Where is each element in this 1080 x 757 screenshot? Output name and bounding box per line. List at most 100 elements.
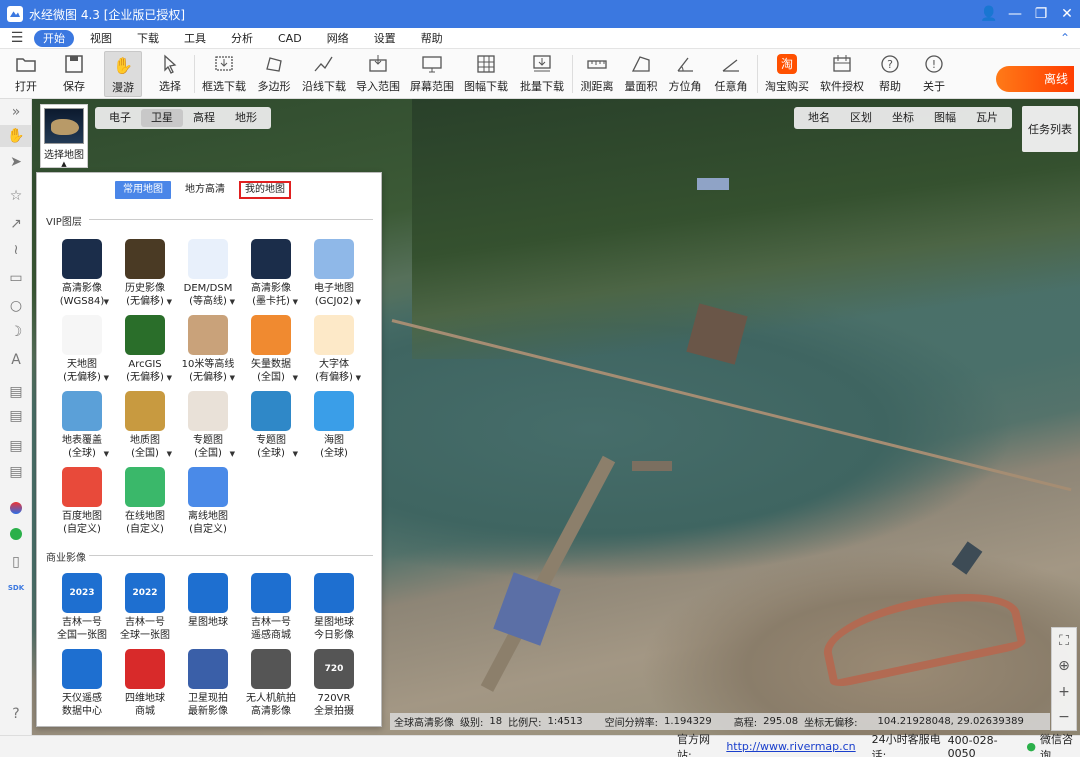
tile-dropdown-icon[interactable]: ▼	[293, 448, 298, 461]
box-download-button[interactable]: 框选下载	[202, 51, 246, 97]
tile-dropdown-icon[interactable]: ▼	[104, 296, 109, 309]
phone-plugin-icon[interactable]: ▯	[0, 551, 32, 573]
map-tile-arcgis-globe[interactable]: ArcGIS (无偏移) ▼	[116, 315, 174, 384]
map-tile-jilin-2023[interactable]: 2023 吉林一号 全国一张图	[53, 573, 111, 642]
tile-dropdown-icon[interactable]: ▼	[293, 296, 298, 309]
save-button[interactable]: 保存	[58, 51, 90, 97]
map-tile-letter-a[interactable]: 大字体 (有偏移) ▼	[305, 315, 363, 384]
help-circle-icon[interactable]: ?	[0, 703, 32, 725]
map-tile-world-map[interactable]: 电子地图 (GCJ02) ▼	[305, 239, 363, 308]
close-button[interactable]: ✕	[1054, 0, 1080, 28]
fullscreen-icon[interactable]: ⛶	[1059, 633, 1069, 649]
polygon-button[interactable]: 多边形	[256, 51, 292, 97]
restore-button[interactable]: ❐	[1028, 0, 1054, 28]
user-icon[interactable]: 👤	[976, 0, 1002, 28]
tile-dropdown-icon[interactable]: ▼	[104, 448, 109, 461]
map-tile-vr720[interactable]: 720 720VR 全景拍摄	[305, 649, 363, 718]
taobao-button[interactable]: 淘 淘宝购买	[765, 51, 809, 97]
map-tile-baidu-map[interactable]: 百度地图 (自定义)	[53, 467, 111, 536]
menu-settings[interactable]: 设置	[365, 30, 405, 47]
moon-tool-icon[interactable]: ☽	[0, 321, 32, 343]
map-tile-offline-map[interactable]: 离线地图 (自定义)	[179, 467, 237, 536]
menu-tools[interactable]: 工具	[175, 30, 215, 47]
overlay-sheets[interactable]: 图幅	[924, 109, 966, 127]
map-type-elevation[interactable]: 高程	[183, 109, 225, 127]
measure-distance-button[interactable]: 测距离	[580, 51, 614, 97]
locate-icon[interactable]: ⊕	[1058, 658, 1070, 674]
map-tile-spacety[interactable]: 天仪遥感 数据中心	[53, 649, 111, 718]
zoom-out-button[interactable]: −	[1058, 709, 1070, 725]
tile-dropdown-icon[interactable]: ▼	[104, 372, 109, 385]
text-tool-icon[interactable]: A	[0, 349, 32, 371]
map-type-electronic[interactable]: 电子	[99, 109, 141, 127]
map-tile-online-map[interactable]: 在线地图 (自定义)	[116, 467, 174, 536]
map-tile-siwei[interactable]: 四维地球 商城	[116, 649, 174, 718]
tile-dropdown-icon[interactable]: ▼	[167, 296, 172, 309]
footer-site-link[interactable]: http://www.rivermap.cn	[726, 740, 855, 753]
menu-network[interactable]: 网络	[318, 30, 358, 47]
line-download-button[interactable]: 沿线下载	[301, 51, 347, 97]
map-tile-world-night[interactable]: 高清影像 (WGS84) ▼	[53, 237, 111, 311]
tab-common-maps[interactable]: 常用地图	[115, 181, 171, 199]
map-tile-geovis-today[interactable]: 星图地球 今日影像	[305, 573, 363, 642]
map-tile-world-history[interactable]: 历史影像 (无偏移) ▼	[116, 239, 174, 308]
sphere-plugin-icon[interactable]	[0, 497, 32, 519]
map-tile-geovis[interactable]: 星图地球	[179, 573, 237, 629]
tile-dropdown-icon[interactable]: ▼	[356, 372, 361, 385]
azimuth-button[interactable]: 方位角	[668, 51, 702, 97]
help-button[interactable]: ? 帮助	[876, 51, 904, 97]
menu-cad[interactable]: CAD	[269, 30, 311, 47]
map-tile-satellite[interactable]: 卫星现拍 最新影像	[179, 649, 237, 718]
tab-my-maps[interactable]: 我的地图	[239, 181, 291, 199]
tile-dropdown-icon[interactable]: ▼	[167, 448, 172, 461]
map-tile-contour[interactable]: DEM/DSM (等高线) ▼	[179, 239, 237, 308]
import-range-button[interactable]: 导入范围	[356, 51, 400, 97]
map-tile-vector-map[interactable]: 矢量数据 (全国) ▼	[242, 315, 300, 384]
map-tile-globe-thematic[interactable]: 专题图 (全球) ▼	[242, 391, 300, 460]
open-button[interactable]: 打开	[10, 51, 42, 97]
pan-button[interactable]: ✋ 漫游	[104, 51, 142, 97]
map-tile-terrain[interactable]: 10米等高线 (无偏移) ▼	[179, 315, 237, 384]
batch-download-button[interactable]: 批量下载	[520, 51, 564, 97]
map-tile-china-thematic[interactable]: 专题图 (全国) ▼	[179, 391, 237, 460]
map-type-terrain[interactable]: 地形	[225, 109, 267, 127]
offline-promo-banner[interactable]: 离线	[996, 66, 1074, 92]
map-tile-ship[interactable]: 海图 (全球)	[305, 391, 363, 460]
tile-dropdown-icon[interactable]: ▼	[230, 296, 235, 309]
polyline-tool-icon[interactable]: ≀	[0, 239, 32, 261]
hand-tool-icon[interactable]: ✋	[0, 125, 32, 147]
map-tile-landcover[interactable]: 地表覆盖 (全球) ▼	[53, 391, 111, 460]
menu-download[interactable]: 下载	[128, 30, 168, 47]
layer-tool-4-icon[interactable]: ▤	[0, 461, 32, 483]
menu-analysis[interactable]: 分析	[222, 30, 262, 47]
collapse-ribbon-icon[interactable]: ⌃	[1050, 31, 1080, 45]
expand-arrows-icon[interactable]: »	[0, 101, 32, 123]
any-angle-button[interactable]: 任意角	[713, 51, 749, 97]
tile-dropdown-icon[interactable]: ▼	[230, 372, 235, 385]
select-button[interactable]: 选择	[154, 51, 186, 97]
overlay-place-names[interactable]: 地名	[798, 109, 840, 127]
tile-dropdown-icon[interactable]: ▼	[356, 296, 361, 309]
star-marker-icon[interactable]: ☆	[0, 185, 32, 207]
screen-range-button[interactable]: 屏幕范围	[410, 51, 454, 97]
about-button[interactable]: ! 关于	[920, 51, 948, 97]
minimize-button[interactable]: —	[1002, 0, 1028, 28]
map-type-satellite[interactable]: 卫星	[141, 109, 183, 127]
zoom-in-button[interactable]: +	[1058, 684, 1070, 700]
select-map-button[interactable]: 选择地图 ▲	[40, 104, 88, 168]
map-tile-jilin-mall[interactable]: 吉林一号 遥感商城	[242, 573, 300, 642]
layer-tool-1-icon[interactable]: ▤	[0, 381, 32, 403]
menu-view[interactable]: 视图	[81, 30, 121, 47]
pointer-tool-icon[interactable]: ➤	[0, 151, 32, 173]
layer-tool-2-icon[interactable]: ▤	[0, 405, 32, 427]
footer-wechat[interactable]: 微信咨询	[1040, 731, 1080, 757]
map-tile-drone[interactable]: 无人机航拍 高清影像	[242, 649, 300, 718]
hamburger-menu-icon[interactable]: ☰	[0, 30, 34, 46]
menu-help[interactable]: 帮助	[412, 30, 452, 47]
map-tile-geology[interactable]: 地质图 (全国) ▼	[116, 391, 174, 460]
tile-dropdown-icon[interactable]: ▼	[293, 372, 298, 385]
license-button[interactable]: 软件授权	[820, 51, 864, 97]
sheet-download-button[interactable]: 图幅下载	[464, 51, 508, 97]
circle-tool-icon[interactable]: ○	[0, 295, 32, 317]
map-tile-world-night[interactable]: 高清影像 (墨卡托) ▼	[242, 239, 300, 308]
